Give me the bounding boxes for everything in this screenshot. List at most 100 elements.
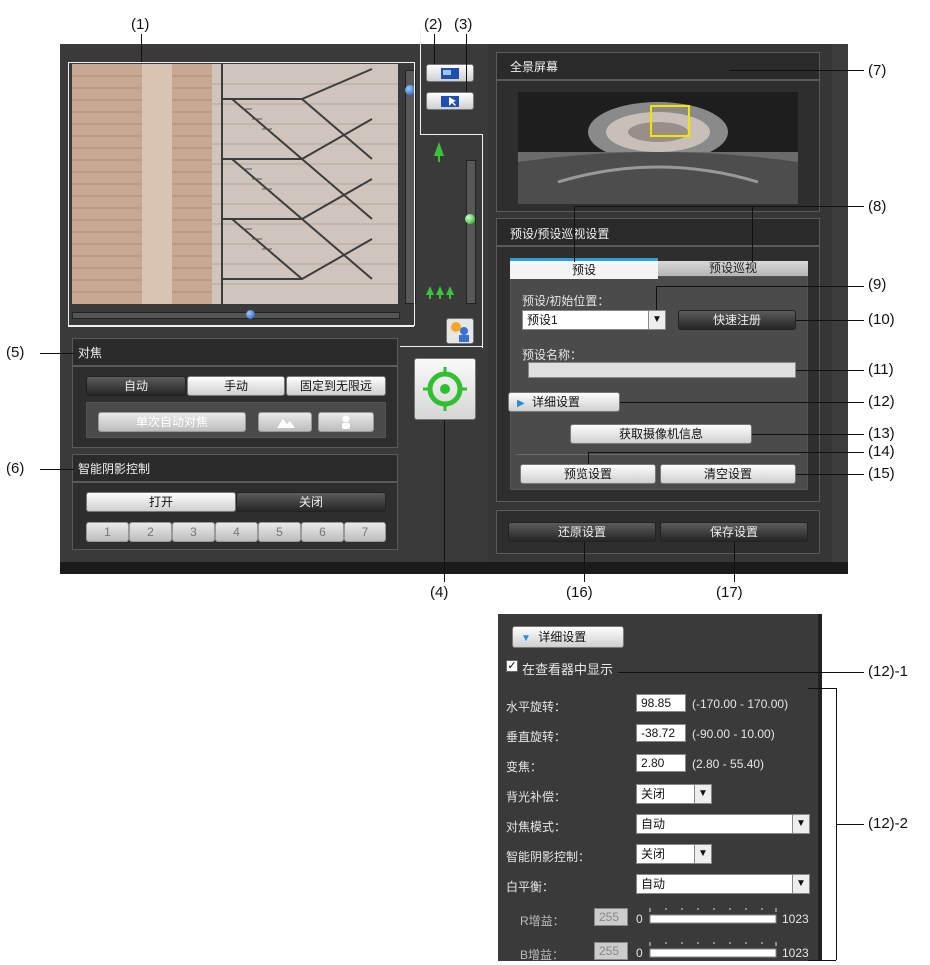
shadow-level-1[interactable]: 1 [86, 522, 129, 542]
zoom-range: (2.80 - 55.40) [692, 757, 765, 771]
callout-line [796, 474, 864, 475]
r-gain-slider[interactable] [648, 906, 778, 926]
r-gain-input[interactable]: 255 [594, 908, 628, 926]
shadow-level-2[interactable]: 2 [129, 522, 172, 542]
clear-settings-button[interactable]: 清空设置 [660, 464, 796, 484]
callout-line [414, 62, 415, 326]
chevron-down-icon: ▼ [792, 875, 809, 893]
shadow-level-6[interactable]: 6 [301, 522, 344, 542]
shadow-off-button[interactable]: 关闭 [236, 492, 386, 512]
home-position-button[interactable] [414, 358, 476, 420]
white-balance-value: 自动 [641, 877, 666, 891]
one-shot-af-button[interactable]: 单次自动对焦 [98, 412, 246, 432]
preset-section-title: 预设/预设巡视设置 [510, 227, 610, 241]
focus-mode-select[interactable]: 自动 ▼ [636, 814, 810, 834]
panorama-image[interactable] [518, 92, 798, 204]
b-gain-max: 1023 [782, 946, 809, 960]
tab-preset-tour[interactable]: 预设巡视 [658, 261, 808, 276]
zoom-value-input[interactable]: 2.80 [636, 754, 686, 772]
callout-line [656, 286, 864, 287]
details-collapse-button[interactable]: ▼ 详细设置 [512, 626, 624, 648]
focus-manual-button[interactable]: 手动 [187, 376, 285, 396]
tilt-range: (-90.00 - 10.00) [692, 727, 775, 741]
shadow-control-value: 关闭 [641, 847, 666, 861]
shadow-level-3[interactable]: 3 [172, 522, 215, 542]
shadow-on-button[interactable]: 打开 [86, 492, 236, 512]
pan-value-input[interactable]: 98.85 [636, 694, 686, 712]
r-gain-label: R增益： [520, 914, 565, 928]
shadow-level-5[interactable]: 5 [258, 522, 301, 542]
bottom-bar [60, 562, 848, 574]
callout-5: (5) [6, 344, 25, 361]
b-gain-slider-scale [649, 942, 777, 958]
zoom-tele-icon [434, 142, 444, 164]
callout-line [40, 353, 74, 354]
preview-settings-button[interactable]: 预览设置 [520, 464, 656, 484]
focus-fixed-infinity-button[interactable]: 固定到无限远 [286, 376, 386, 396]
callout-1: (1) [131, 16, 150, 33]
tilt-value-input[interactable]: -38.72 [636, 724, 686, 742]
chevron-down-icon: ▼ [792, 815, 809, 833]
callout-line [796, 320, 864, 321]
callout-2: (2) [424, 16, 443, 33]
restore-settings-button[interactable]: 还原设置 [508, 522, 656, 542]
callout-7: (7) [868, 62, 887, 79]
focus-mode-value: 自动 [641, 817, 666, 831]
show-in-viewer-checkbox[interactable]: ✓ [506, 660, 518, 672]
b-gain-slider[interactable] [648, 940, 778, 960]
shadow-level-4[interactable]: 4 [215, 522, 258, 542]
callout-10: (10) [868, 311, 895, 328]
backlight-value: 关闭 [641, 787, 666, 801]
callout-line [400, 346, 482, 347]
shadow-control-label: 智能阴影控制： [506, 850, 591, 864]
white-balance-select[interactable]: 自动 ▼ [636, 874, 810, 894]
b-gain-input[interactable]: 255 [594, 942, 628, 960]
callout-12: (12) [868, 393, 895, 410]
focus-near-button[interactable] [318, 412, 374, 432]
zoom-label: 变焦： [506, 760, 543, 774]
tab-preset[interactable]: 预设 [510, 258, 658, 279]
focus-title: 对焦 [78, 346, 103, 360]
save-settings-button[interactable]: 保存设置 [660, 522, 808, 542]
callout-line [588, 452, 864, 453]
fisheye-panorama-image [518, 92, 798, 204]
shadow-level-7[interactable]: 7 [344, 522, 386, 542]
callout-6: (6) [6, 460, 25, 477]
cursor-icon [441, 96, 459, 107]
callout-line [420, 30, 421, 134]
focus-auto-button[interactable]: 自动 [86, 376, 186, 396]
callout-line [420, 134, 482, 135]
mountain-icon [277, 419, 295, 428]
callout-line [734, 542, 735, 582]
callout-12-1: (12)-1 [868, 663, 909, 680]
callout-line [141, 34, 142, 62]
callout-line [574, 206, 575, 262]
callout-line [482, 134, 483, 348]
callout-line [588, 452, 589, 464]
callout-line [618, 672, 864, 673]
callout-12-2: (12)-2 [868, 815, 909, 832]
shadow-control-select[interactable]: 关闭 ▼ [636, 844, 712, 864]
callout-13: (13) [868, 425, 895, 442]
zoom-slider-track[interactable] [466, 160, 476, 304]
focus-far-button[interactable] [258, 412, 312, 432]
get-camera-info-button[interactable]: 获取摄像机信息 [570, 424, 752, 444]
quick-register-button[interactable]: 快速注册 [678, 310, 796, 330]
backlight-select[interactable]: 关闭 ▼ [636, 784, 712, 804]
preset-divider [516, 454, 800, 455]
details-expand-button[interactable]: ▶ 详细设置 [508, 392, 620, 412]
zoom-slider-knob[interactable] [465, 214, 475, 224]
callout-15: (15) [868, 465, 895, 482]
chevron-down-icon: ▼ [694, 785, 711, 803]
preset-name-input[interactable] [528, 362, 796, 378]
details-panel-right-edge [818, 614, 822, 961]
preset-position-select[interactable]: 预设1 ▼ [522, 310, 666, 330]
callout-line [466, 34, 467, 92]
callout-line [584, 542, 585, 582]
tilt-label: 垂直旋转： [506, 730, 567, 744]
details-panel-header: 详细设置 [538, 630, 587, 644]
backlight-button[interactable] [446, 318, 474, 344]
callout-line [444, 420, 445, 582]
callout-line [656, 286, 657, 310]
click-to-move-button[interactable] [426, 92, 474, 110]
